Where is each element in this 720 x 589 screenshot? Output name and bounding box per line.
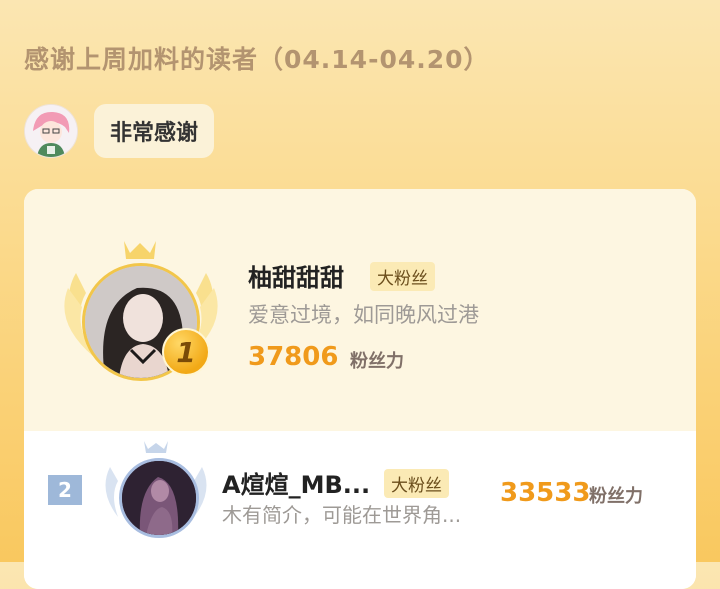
rank-2-badge-icon: 2 (48, 475, 82, 505)
page-title: 感谢上周加料的读者（04.14-04.20） (24, 45, 490, 74)
rank-1-medal: 1 (162, 328, 210, 376)
rank-2-name[interactable]: A煊煊_MB... (222, 465, 370, 500)
rank-1-bio: 爱意过境，如同晚风过港 (248, 303, 479, 327)
ranking-card: 1 柚甜甜甜 大粉丝 爱意过境，如同晚风过港 37806 粉丝力 2 A煊煊_M… (24, 189, 696, 589)
rank-1-fan-power: 37806 (248, 342, 339, 372)
thanks-bubble: 非常感谢 (94, 104, 215, 158)
rank-2-bio: 木有简介，可能在世界角... (222, 503, 462, 527)
author-avatar[interactable] (24, 104, 78, 158)
rank-1-name[interactable]: 柚甜甜甜 (248, 258, 344, 293)
rank-2-fan-power: 33533 (500, 478, 591, 508)
rank-2-avatar[interactable] (119, 458, 199, 538)
rank-1-entry[interactable]: 1 柚甜甜甜 大粉丝 爱意过境，如同晚风过港 37806 粉丝力 (24, 189, 696, 431)
rank-1-fan-power-unit: 粉丝力 (350, 351, 404, 372)
rank-2-entry[interactable]: 2 A煊煊_MB... 大粉丝 木有简介，可能在世界角... 33533 粉丝力 (24, 431, 696, 589)
rank-2-fan-power-unit: 粉丝力 (589, 486, 643, 507)
thanks-row: 非常感谢 (24, 103, 215, 159)
rank-1-badge: 大粉丝 (370, 262, 435, 291)
rank-2-badge: 大粉丝 (384, 469, 449, 498)
